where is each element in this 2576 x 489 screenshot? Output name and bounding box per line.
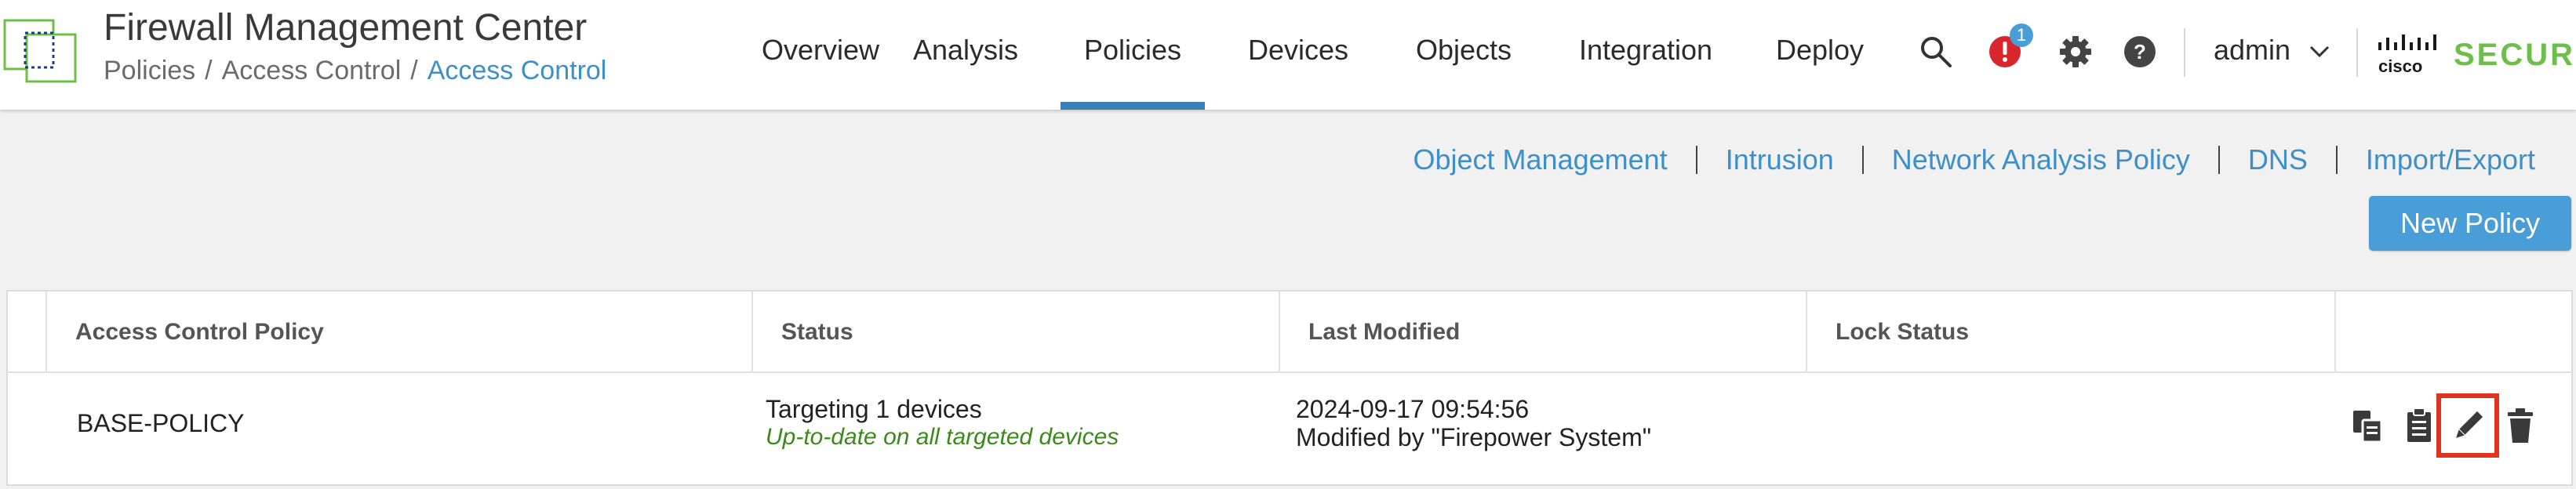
subnav-separator: [1861, 146, 1864, 174]
breadcrumb-item-access-control[interactable]: Access Control: [222, 56, 402, 85]
column-header-status[interactable]: Status: [781, 318, 853, 346]
column-header-last-modified[interactable]: Last Modified: [1308, 318, 1460, 346]
app-logo-icon: [3, 19, 77, 83]
cisco-logo-icon: cisco: [2378, 34, 2436, 76]
brand-secure-wordmark: SECURE: [2454, 38, 2576, 72]
column-header-policy[interactable]: Access Control Policy: [75, 318, 324, 346]
column-divider: [1806, 292, 1807, 371]
link-import-export[interactable]: Import/Export: [2366, 143, 2535, 176]
subnav-separator: [1695, 146, 1697, 174]
link-intrusion[interactable]: Intrusion: [1726, 143, 1834, 176]
table-header-row: Access Control Policy Status Last Modifi…: [8, 292, 2571, 373]
column-divider: [2334, 292, 2336, 371]
nav-analysis[interactable]: Analysis: [913, 31, 1018, 110]
svg-text:?: ?: [2134, 40, 2146, 63]
copy-icon[interactable]: [2352, 409, 2383, 444]
policy-table: Access Control Policy Status Last Modifi…: [6, 290, 2573, 486]
chevron-down-icon: [2310, 46, 2330, 58]
help-icon[interactable]: ?: [2123, 34, 2157, 69]
column-divider: [45, 292, 47, 371]
header-divider: [2184, 28, 2185, 77]
status-text: Targeting 1 devices: [766, 395, 982, 423]
subnav-separator: [2335, 146, 2338, 174]
nav-devices[interactable]: Devices: [1248, 31, 1348, 110]
modified-date: 2024-09-17 09:54:56: [1296, 395, 1530, 423]
breadcrumb: Policies / Access Control / Access Control: [104, 53, 606, 88]
search-icon[interactable]: [1919, 34, 1953, 69]
nav-integration[interactable]: Integration: [1579, 31, 1712, 110]
status-detail: Up-to-date on all targeted devices: [766, 424, 1119, 450]
policy-subnav: Object Management Intrusion Network Anal…: [1414, 141, 2536, 179]
nav-deploy[interactable]: Deploy: [1776, 31, 1864, 110]
breadcrumb-separator: /: [410, 56, 418, 85]
trash-icon[interactable]: [2507, 408, 2534, 444]
top-header: Firewall Management Center Policies / Acce…: [0, 0, 2576, 110]
column-header-lock-status[interactable]: Lock Status: [1836, 318, 1969, 346]
modified-by: Modified by "Firepower System": [1296, 423, 1652, 451]
user-menu[interactable]: admin: [2214, 31, 2330, 69]
nav-policies[interactable]: Policies: [1084, 31, 1181, 110]
alert-count-badge: 1: [2010, 24, 2033, 47]
link-dns[interactable]: DNS: [2248, 143, 2308, 176]
policy-name[interactable]: BASE-POLICY: [77, 409, 244, 437]
nav-objects[interactable]: Objects: [1416, 31, 1512, 110]
column-divider: [1279, 292, 1280, 371]
app-title: Firewall Management Center: [104, 7, 588, 49]
gear-icon[interactable]: [2058, 34, 2093, 69]
new-policy-button[interactable]: New Policy: [2369, 196, 2571, 251]
link-network-analysis-policy[interactable]: Network Analysis Policy: [1892, 143, 2190, 176]
user-name: admin: [2214, 34, 2291, 66]
edit-pencil-icon[interactable]: [2450, 409, 2485, 444]
nav-overview[interactable]: Overview: [762, 31, 879, 110]
header-divider: [2356, 28, 2358, 77]
breadcrumb-item-current[interactable]: Access Control: [428, 56, 607, 85]
breadcrumb-separator: /: [205, 56, 213, 85]
breadcrumb-item-policies[interactable]: Policies: [104, 56, 195, 85]
link-object-management[interactable]: Object Management: [1414, 143, 1668, 176]
subnav-separator: [2218, 146, 2220, 174]
report-icon[interactable]: [2405, 408, 2433, 444]
brand-logo-text: cisco: [2378, 56, 2422, 76]
column-divider: [751, 292, 753, 371]
